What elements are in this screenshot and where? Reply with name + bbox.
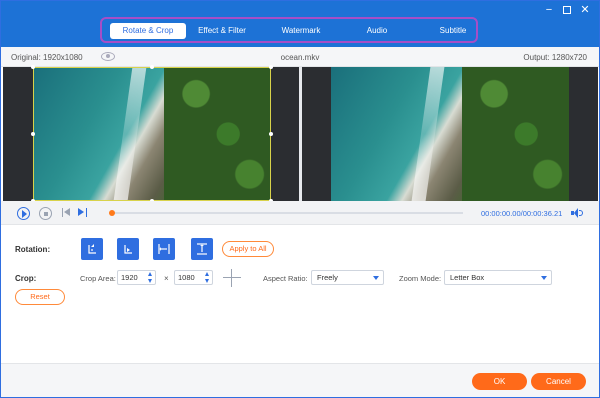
player-controls: 00:00:00.00/00:00:36.21 (1, 201, 599, 225)
time-current: 00:00:00.00 (481, 209, 521, 218)
crop-width-stepper[interactable] (148, 272, 153, 283)
close-icon[interactable]: ✕ (579, 4, 591, 16)
flip-vertical-button[interactable] (191, 238, 213, 260)
crop-handle-right[interactable] (269, 132, 273, 136)
rotate-left-icon (88, 244, 96, 254)
crop-handle-top-left[interactable] (31, 65, 35, 69)
previous-frame-icon[interactable] (62, 208, 71, 217)
tab-subtitle[interactable]: Subtitle (428, 23, 478, 39)
maximize-icon[interactable] (561, 4, 573, 16)
chevron-down-icon (541, 276, 547, 280)
crop-height-value: 1080 (178, 273, 195, 282)
apply-to-all-button[interactable]: Apply to All (222, 241, 274, 257)
rotate-right-button[interactable] (117, 238, 139, 260)
tab-bar: Rotate & Crop Effect & Filter Watermark … (100, 17, 478, 43)
crop-height-input[interactable]: 1080 (174, 270, 213, 285)
crop-width-input[interactable]: 1920 (117, 270, 156, 285)
time-display: 00:00:00.00/00:00:36.21 (481, 209, 562, 218)
crop-height-stepper[interactable] (205, 272, 210, 283)
tab-effect-filter[interactable]: Effect & Filter (190, 23, 254, 39)
aspect-ratio-label: Aspect Ratio: (263, 274, 308, 283)
edit-window: − ✕ Rotate & Crop Effect & Filter Waterm… (0, 0, 600, 398)
zoom-mode-value: Letter Box (450, 273, 485, 282)
progress-handle[interactable] (109, 210, 115, 216)
output-video-frame (331, 67, 569, 201)
crop-box[interactable] (33, 67, 271, 201)
zoom-mode-select[interactable]: Letter Box (444, 270, 552, 285)
crop-handle-top-right[interactable] (269, 65, 273, 69)
crop-times-symbol: × (164, 274, 169, 283)
rotate-left-button[interactable] (81, 238, 103, 260)
progress-track[interactable] (111, 212, 463, 214)
center-crop-icon[interactable] (223, 269, 241, 287)
rotation-label: Rotation: (15, 245, 51, 254)
file-name: ocean.mkv (280, 53, 320, 62)
flip-vertical-icon (197, 243, 207, 255)
tab-audio[interactable]: Audio (352, 23, 402, 39)
aspect-ratio-select[interactable]: Freely (311, 270, 384, 285)
footer-bar: OK Cancel (1, 363, 599, 397)
original-preview (3, 65, 299, 203)
reset-button[interactable]: Reset (15, 289, 65, 305)
zoom-mode-label: Zoom Mode: (399, 274, 442, 283)
flip-horizontal-button[interactable] (153, 238, 175, 260)
crop-handle-left[interactable] (31, 132, 35, 136)
flip-horizontal-icon (158, 244, 170, 254)
chevron-down-icon (373, 276, 379, 280)
tab-rotate-crop[interactable]: Rotate & Crop (110, 23, 186, 39)
crop-area-label: Crop Area: (80, 274, 116, 283)
play-icon[interactable] (17, 207, 30, 220)
info-bar: Original: 1920x1080 ocean.mkv Output: 12… (1, 47, 599, 67)
aspect-ratio-value: Freely (317, 273, 338, 282)
time-total: /00:00:36.21 (520, 209, 563, 218)
crop-width-value: 1920 (121, 273, 138, 282)
stop-icon[interactable] (39, 207, 52, 220)
output-resolution: Output: 1280x720 (523, 53, 587, 62)
rotate-right-icon (124, 245, 132, 254)
next-frame-icon[interactable] (78, 208, 87, 217)
volume-icon[interactable] (571, 208, 583, 218)
cancel-button[interactable]: Cancel (531, 373, 586, 390)
output-preview (302, 67, 598, 201)
tab-watermark[interactable]: Watermark (270, 23, 332, 39)
title-bar: − ✕ Rotate & Crop Effect & Filter Waterm… (1, 1, 599, 47)
ok-button[interactable]: OK (472, 373, 527, 390)
minimize-icon[interactable]: − (543, 4, 555, 16)
crop-label: Crop: (15, 274, 37, 283)
crop-handle-top[interactable] (150, 65, 154, 69)
